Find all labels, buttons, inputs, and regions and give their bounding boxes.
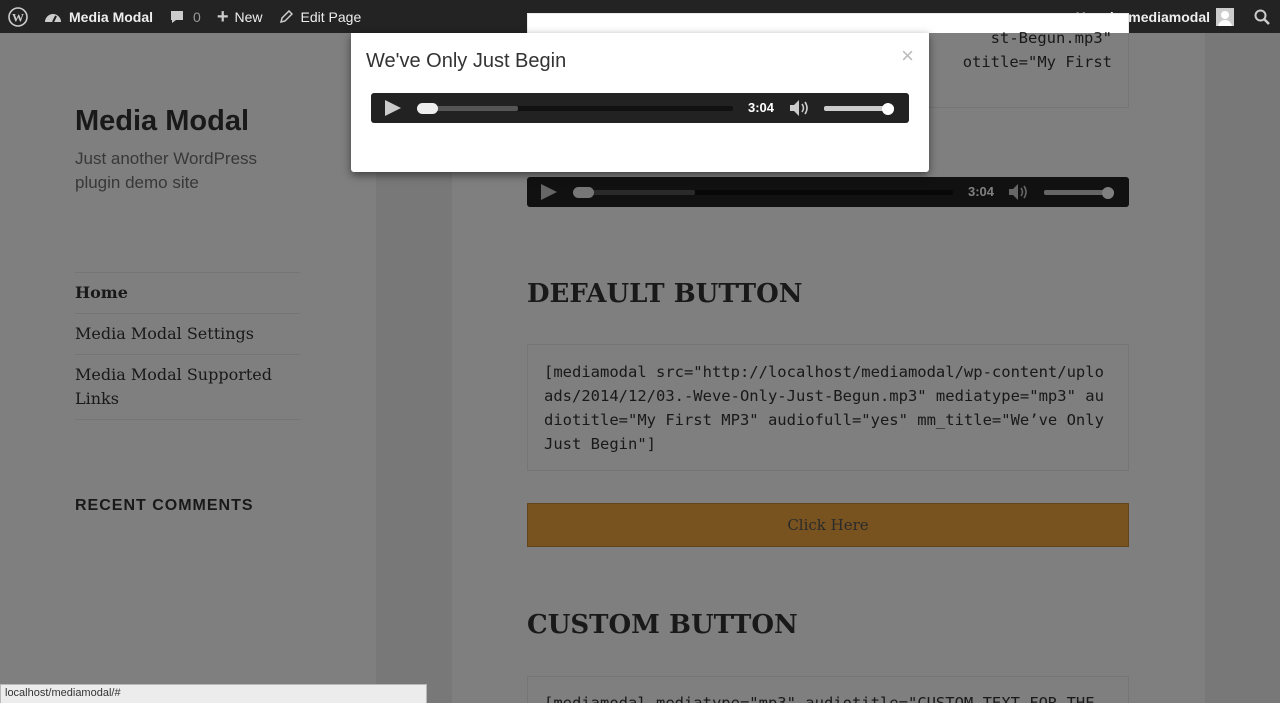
edit-page-link[interactable]: Edit Page — [271, 0, 370, 33]
svg-text:W: W — [12, 10, 24, 24]
avatar — [1216, 7, 1234, 26]
media-modal: We've Only Just Begin × 3:04 — [351, 33, 929, 172]
dashboard-icon — [45, 13, 61, 22]
pencil-icon — [279, 9, 293, 23]
wordpress-logo-icon[interactable]: W — [0, 0, 36, 33]
modal-volume-icon[interactable] — [789, 99, 811, 117]
modal-volume-handle[interactable] — [882, 103, 894, 115]
modal-play-button[interactable] — [385, 100, 401, 116]
comment-bubble-icon — [171, 10, 184, 23]
modal-progress-handle[interactable] — [417, 103, 438, 114]
comments-menu[interactable]: 0 — [161, 0, 209, 33]
comments-count: 0 — [193, 8, 201, 25]
search-icon[interactable] — [1246, 0, 1280, 33]
new-label: New — [234, 8, 263, 25]
modal-progress-track[interactable] — [417, 103, 733, 114]
site-name-menu[interactable]: Media Modal — [36, 0, 161, 33]
modal-volume-slider[interactable] — [824, 103, 894, 115]
site-name-label: Media Modal — [69, 8, 154, 25]
edit-page-label: Edit Page — [300, 8, 362, 25]
modal-player-time: 3:04 — [748, 100, 775, 115]
plus-icon: + — [216, 5, 229, 28]
browser-status-bar: localhost/mediamodal/# — [0, 684, 427, 703]
modal-audio-player: 3:04 — [371, 93, 909, 123]
modal-title: We've Only Just Begin — [366, 50, 567, 72]
new-content-menu[interactable]: + New — [209, 0, 271, 33]
close-icon[interactable]: × — [901, 43, 914, 69]
